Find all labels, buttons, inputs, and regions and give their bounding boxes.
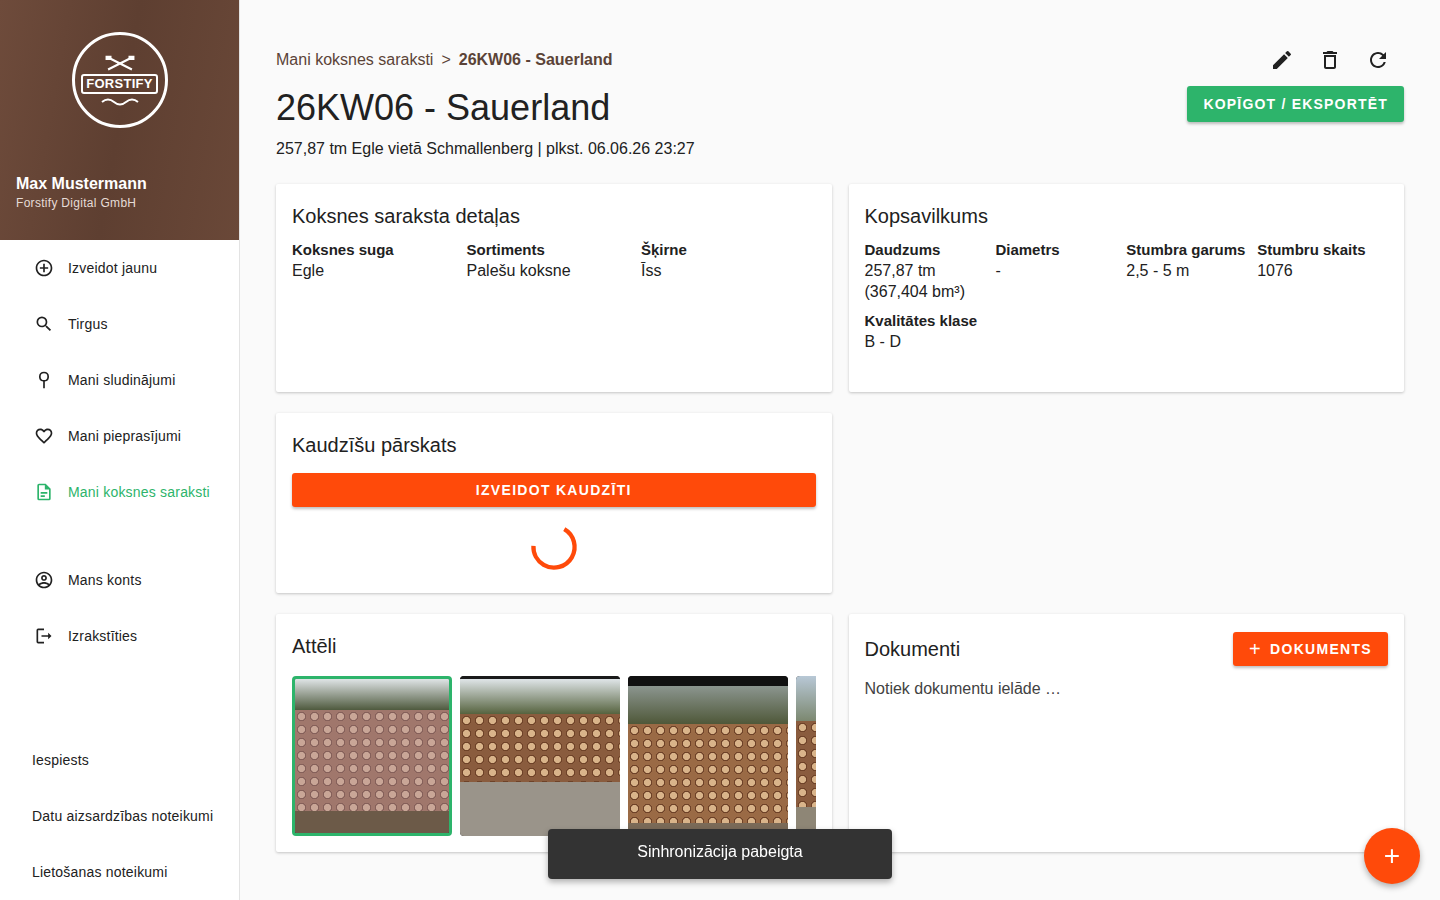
export-button[interactable]: KOPĪGOT / EKSPORTĒT: [1187, 86, 1404, 122]
edit-icon[interactable]: [1270, 48, 1294, 72]
image-thumbnail[interactable]: [292, 676, 452, 836]
add-document-button[interactable]: +DOKUMENTS: [1233, 632, 1388, 666]
search-icon: [34, 314, 54, 334]
logo[interactable]: FORSTIFY: [72, 32, 168, 128]
breadcrumb-link[interactable]: Mani koksnes saraksti: [276, 48, 433, 72]
detail-field: ŠķirneĪss: [641, 240, 816, 280]
loading-spinner-icon: [528, 521, 580, 573]
detail-field: SortimentsPalešu koksne: [467, 240, 642, 280]
user-name: Max Mustermann: [16, 174, 223, 194]
card-title: Kaudzīšu pārskats: [292, 431, 816, 459]
app-page: FORSTIFY Max Mustermann Forstify Digital G…: [0, 0, 1440, 900]
breadcrumb-separator: >: [441, 48, 450, 72]
page-header: Mani koksnes saraksti >26KW06 - Sauerland…: [276, 48, 1404, 160]
toolbar: [1270, 48, 1404, 72]
logo-text: FORSTIFY: [81, 74, 158, 94]
footer-link[interactable]: Iespiests: [0, 732, 239, 788]
image-thumbnail[interactable]: [460, 676, 620, 836]
footer-link[interactable]: Datu aizsardzības noteikumi: [0, 788, 239, 844]
summary-field: Kvalitātes klaseB - D: [865, 311, 996, 351]
image-thumbnail[interactable]: [628, 676, 788, 836]
documents-card: Dokumenti +DOKUMENTS Notiek dokumentu ielā…: [849, 614, 1405, 852]
summary-card: Kopsavilkums Daudzums257,87 tm(367,404 bm…: [849, 184, 1405, 392]
sidebar: FORSTIFY Max Mustermann Forstify Digital G…: [0, 0, 240, 900]
sidebar-item[interactable]: Mani pieprasījumi: [0, 408, 239, 464]
breadcrumb: Mani koksnes saraksti >26KW06 - Sauerland: [276, 48, 695, 72]
toast: Sinhronizācija pabeigta: [548, 829, 892, 879]
images-card: Attēli: [276, 614, 832, 852]
waves-icon: [100, 96, 140, 106]
page-title: 26KW06 - Sauerland: [276, 86, 695, 130]
main-content: Mani koksnes saraksti >26KW06 - Sauerland…: [240, 0, 1440, 900]
footer-links: IespiestsDatu aizsardzības noteikumiLiet…: [0, 732, 239, 900]
summary-field: Stumbra garums2,5 - 5 m: [1126, 240, 1257, 301]
sidebar-item[interactable]: Tirgus: [0, 296, 239, 352]
image-thumbnail[interactable]: [796, 676, 816, 836]
list-document-icon: [34, 482, 54, 502]
summary-field: Diametrs-: [995, 240, 1126, 301]
logout-icon: [34, 626, 54, 646]
page-subtitle: 257,87 tm Egle vietā Schmallenberg | plk…: [276, 138, 695, 160]
sidebar-item[interactable]: Izrakstīties: [0, 608, 239, 664]
refresh-icon[interactable]: [1366, 48, 1390, 72]
card-title: Kopsavilkums: [865, 202, 1389, 230]
footer-link[interactable]: Lietošanas noteikumi: [0, 844, 239, 900]
main-nav: Izveidot jaunuTirgusMani sludinājumiMani…: [0, 240, 239, 520]
details-card: Koksnes saraksta detaļas Koksnes sugaEgle…: [276, 184, 832, 392]
card-title: Dokumenti: [865, 635, 961, 663]
fab-add-button[interactable]: +: [1364, 828, 1420, 884]
sidebar-item[interactable]: Mani sludinājumi: [0, 352, 239, 408]
breadcrumb-current: 26KW06 - Sauerland: [459, 48, 613, 72]
crossed-axes-icon: [103, 55, 137, 72]
piles-card: Kaudzīšu pārskats IZVEIDOT KAUDZĪTI: [276, 413, 832, 593]
account-icon: [34, 570, 54, 590]
delete-icon[interactable]: [1318, 48, 1342, 72]
summary-field: Daudzums257,87 tm(367,404 bm³): [865, 240, 996, 301]
summary-field: Stumbru skaits1076: [1257, 240, 1388, 301]
image-strip: [292, 676, 816, 836]
detail-field: Koksnes sugaEgle: [292, 240, 467, 280]
card-title: Koksnes saraksta detaļas: [292, 202, 816, 230]
sidebar-header: FORSTIFY Max Mustermann Forstify Digital G…: [0, 0, 239, 240]
sidebar-item[interactable]: Izveidot jaunu: [0, 240, 239, 296]
card-title: Attēli: [292, 632, 816, 660]
tree-icon: [34, 370, 54, 390]
plus-icon: +: [1249, 641, 1262, 657]
documents-status: Notiek dokumentu ielāde …: [865, 680, 1389, 698]
create-pile-button[interactable]: IZVEIDOT KAUDZĪTI: [292, 473, 816, 507]
sidebar-item[interactable]: Mani koksnes saraksti: [0, 464, 239, 520]
add-circle-icon: [34, 258, 54, 278]
sidebar-item[interactable]: Mans konts: [0, 552, 239, 608]
card-grid: Koksnes saraksta detaļas Koksnes sugaEgle…: [276, 184, 1404, 852]
account-nav: Mans kontsIzrakstīties: [0, 552, 239, 664]
heart-icon: [34, 426, 54, 446]
company-name: Forstify Digital GmbH: [16, 196, 223, 210]
